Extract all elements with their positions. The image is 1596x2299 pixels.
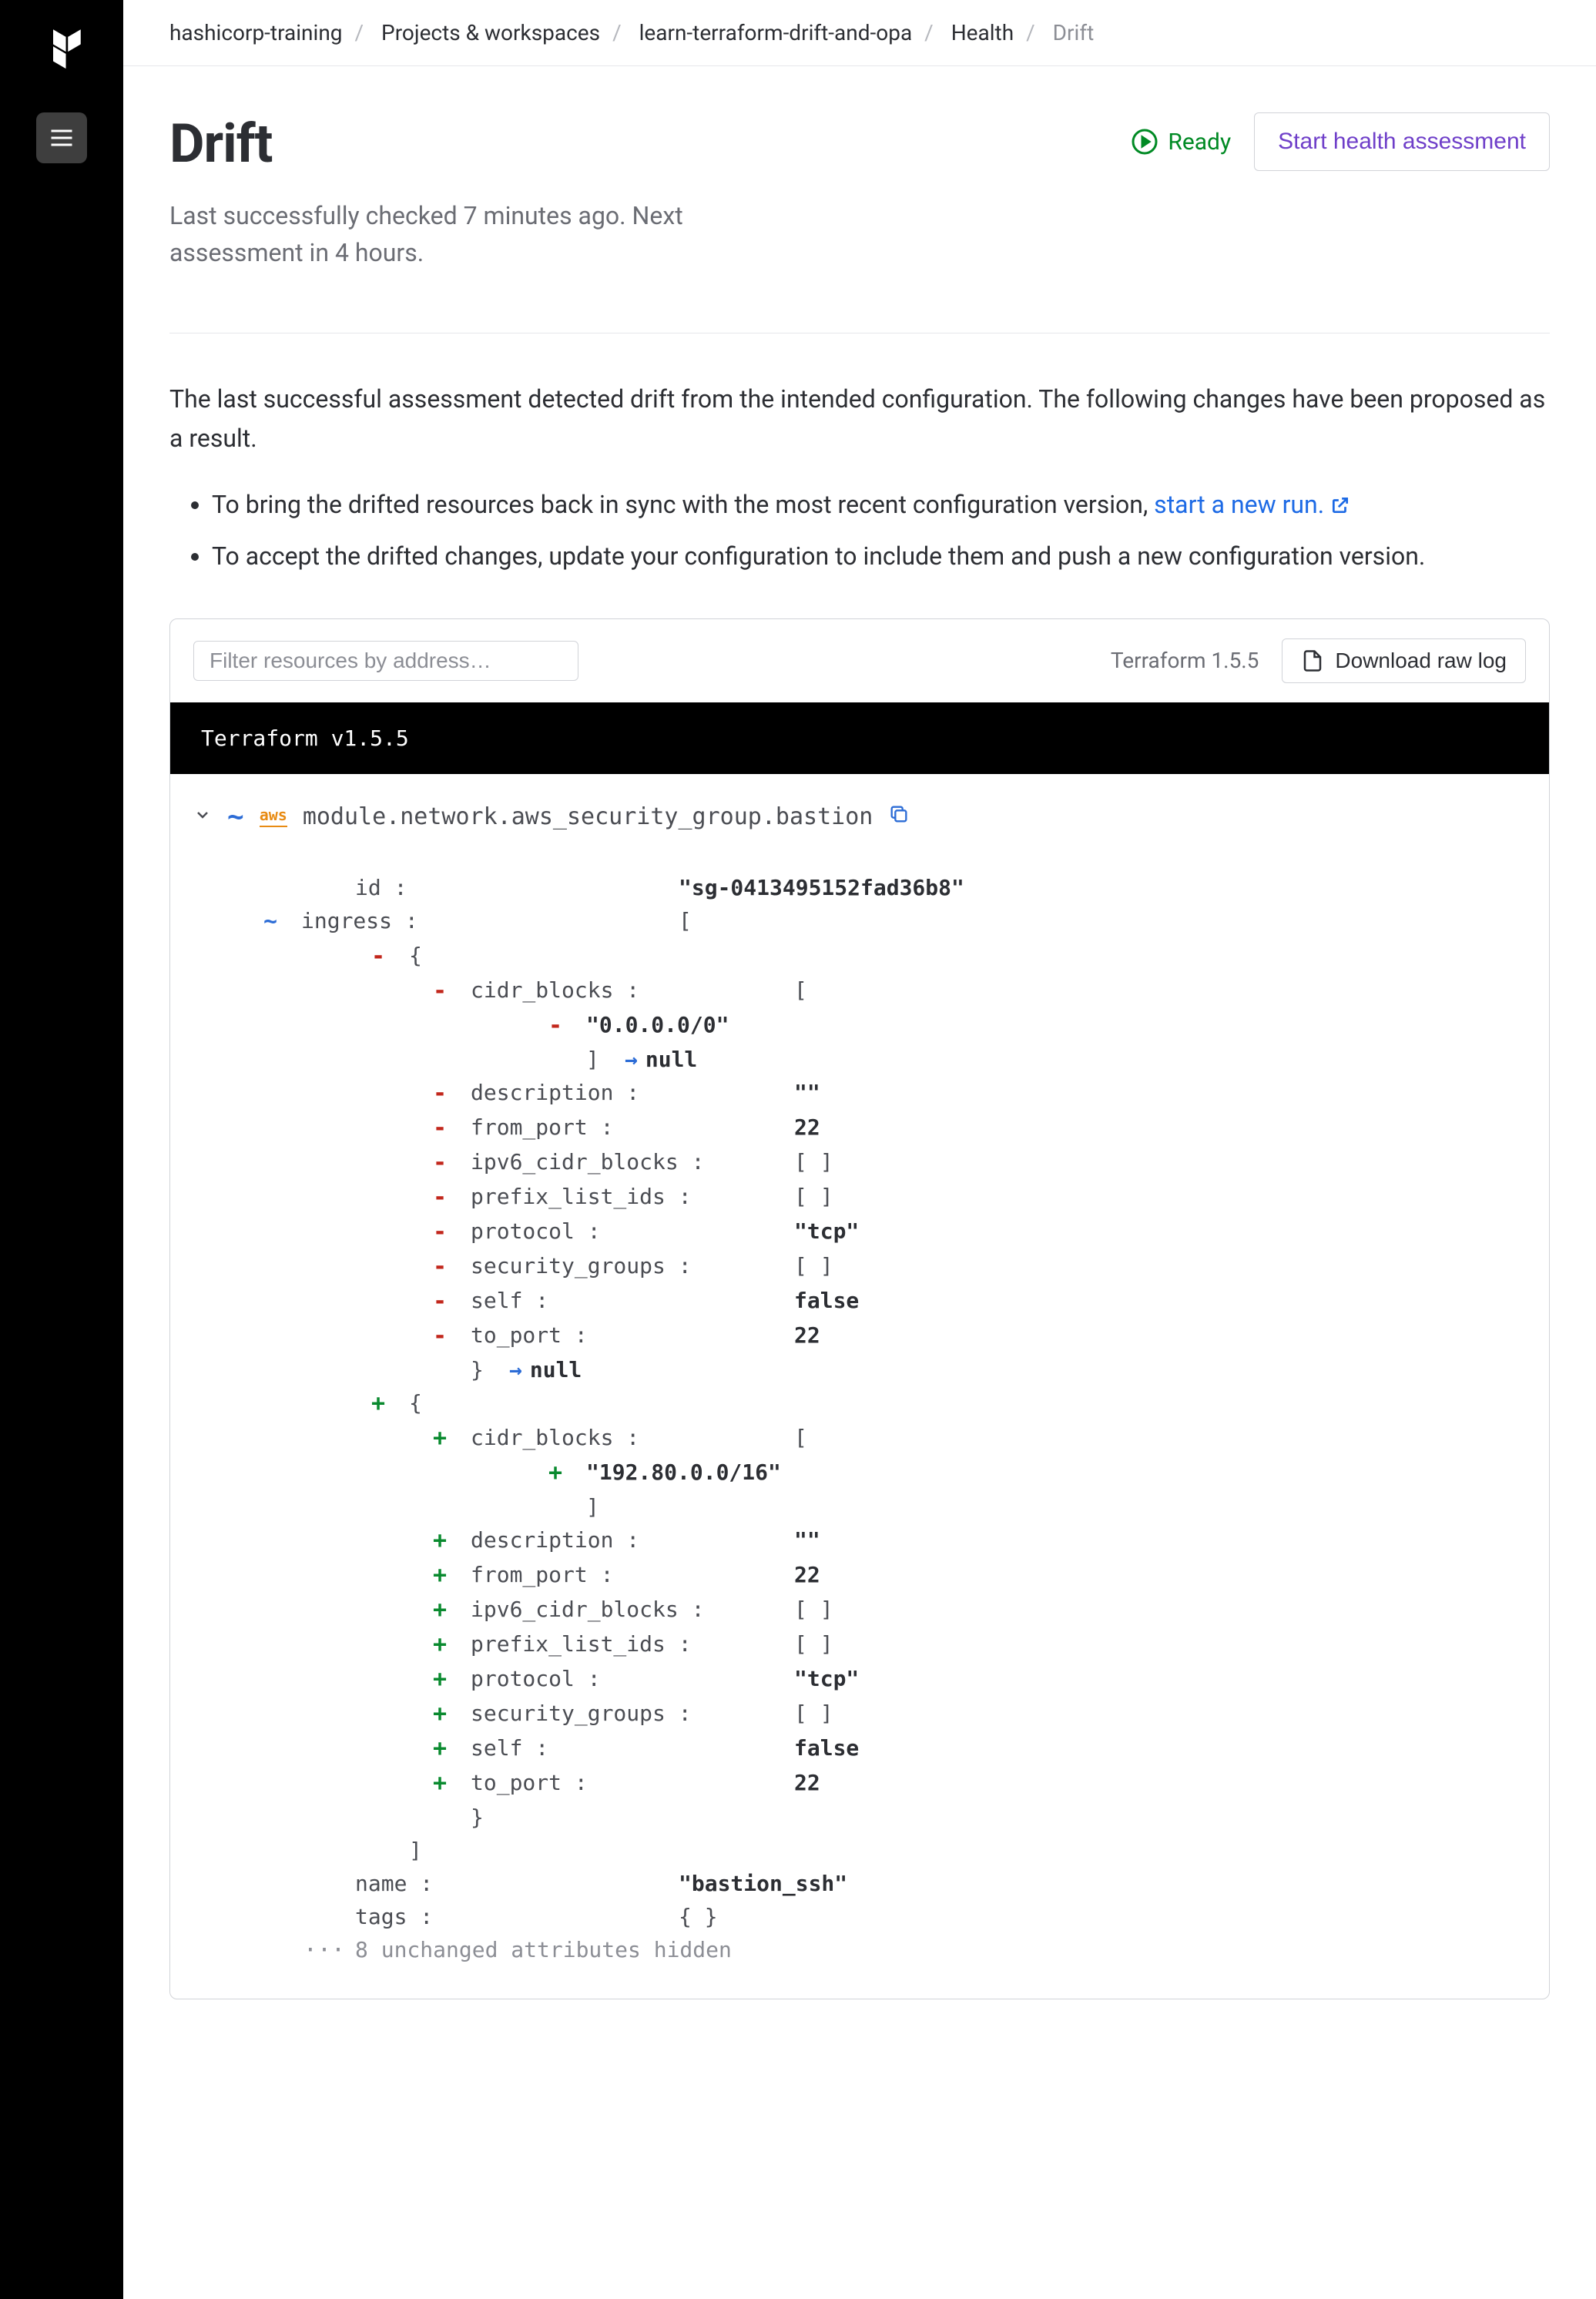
crumb-health[interactable]: Health: [951, 20, 1014, 45]
page-title: Drift: [169, 112, 786, 176]
intro-text: The last successful assessment detected …: [169, 380, 1550, 458]
filter-resources-input[interactable]: [193, 641, 578, 681]
menu-button[interactable]: [36, 112, 87, 163]
terminal-header: Terraform v1.5.5: [170, 702, 1549, 774]
bullet-new-run: To bring the drifted resources back in s…: [212, 485, 1550, 527]
ready-status: Ready: [1131, 128, 1231, 156]
crumb-projects[interactable]: Projects & workspaces: [381, 20, 600, 45]
crumb-org[interactable]: hashicorp-training: [169, 20, 343, 45]
start-assessment-button[interactable]: Start health assessment: [1254, 112, 1550, 171]
external-link-icon: [1330, 488, 1350, 527]
collapse-toggle[interactable]: [193, 804, 212, 829]
download-raw-log-button[interactable]: Download raw log: [1282, 638, 1526, 683]
drift-panel: Terraform 1.5.5 Download raw log Terrafo…: [169, 618, 1550, 1999]
crumb-workspace[interactable]: learn-terraform-drift-and-opa: [639, 20, 913, 45]
bullet-accept: To accept the drifted changes, update yo…: [212, 537, 1550, 576]
resource-address: module.network.aws_security_group.bastio…: [303, 803, 873, 830]
diff-body: ~ aws module.network.aws_security_group.…: [170, 774, 1549, 1999]
terraform-version-label: Terraform 1.5.5: [1111, 648, 1259, 673]
copy-address-icon[interactable]: [888, 803, 910, 830]
hidden-attrs-note: 8 unchanged attributes hidden: [355, 1937, 732, 1964]
last-check-subtitle: Last successfully checked 7 minutes ago.…: [169, 197, 786, 271]
ready-label: Ready: [1168, 129, 1231, 156]
provider-badge: aws: [260, 806, 287, 827]
crumb-drift: Drift: [1053, 20, 1095, 45]
sidebar: [0, 0, 123, 2299]
change-icon: ~: [227, 801, 244, 833]
breadcrumb: hashicorp-training/ Projects & workspace…: [123, 0, 1596, 66]
start-new-run-link[interactable]: start a new run.: [1154, 490, 1350, 519]
terraform-logo-icon: [36, 23, 87, 74]
